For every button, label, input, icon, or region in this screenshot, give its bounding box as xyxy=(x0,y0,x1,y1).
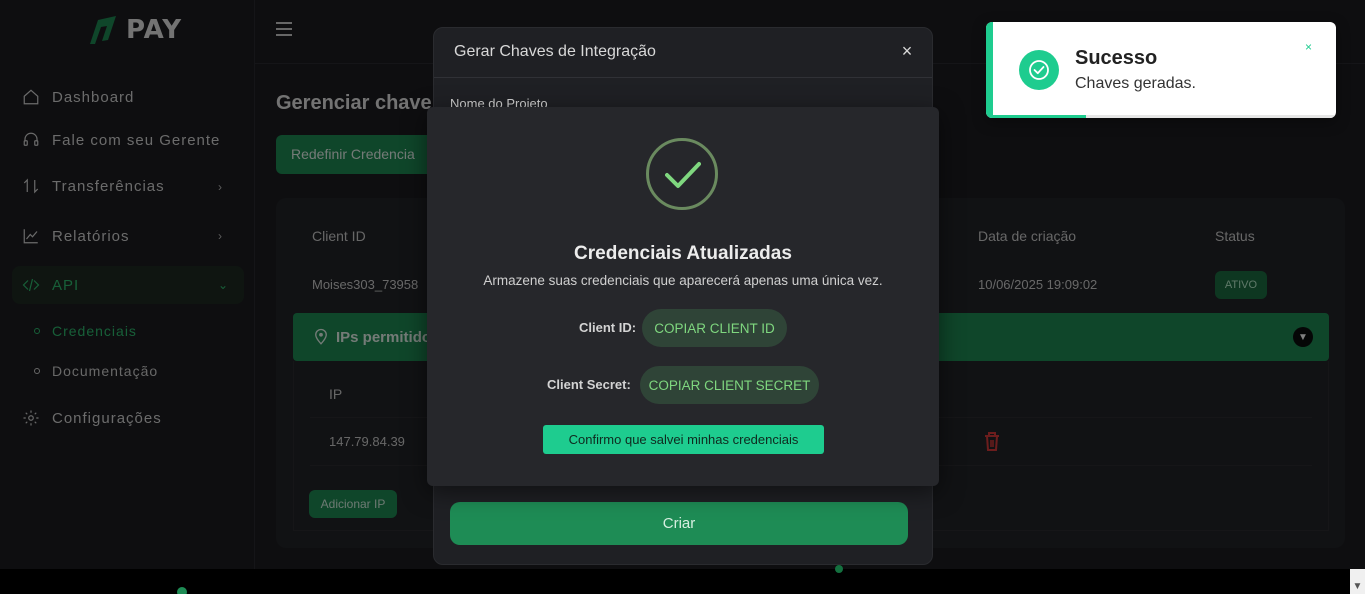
credentials-updated-dialog: Credenciais Atualizadas Armazene suas cr… xyxy=(427,107,939,486)
dialog-description: Armazene suas credenciais que aparecerá … xyxy=(483,273,883,288)
toast-progress-bar xyxy=(993,115,1086,118)
status-dot xyxy=(177,587,187,594)
confirm-saved-button[interactable]: Confirmo que salvei minhas credenciais xyxy=(543,425,824,454)
success-check-icon xyxy=(646,138,718,210)
check-circle-icon xyxy=(1019,50,1059,90)
bottom-strip xyxy=(0,569,1350,594)
create-button[interactable]: Criar xyxy=(450,502,908,545)
toast-title: Sucesso xyxy=(1075,47,1158,69)
status-dot xyxy=(835,565,843,573)
modal-title: Gerar Chaves de Integração xyxy=(454,43,656,60)
client-secret-label: Client Secret: xyxy=(547,377,631,392)
copy-client-id-button[interactable]: COPIAR CLIENT ID xyxy=(642,309,787,347)
success-toast: Sucesso Chaves geradas. × xyxy=(986,22,1336,118)
toast-message: Chaves geradas. xyxy=(1075,75,1196,92)
toast-progress-track xyxy=(993,115,1336,118)
scroll-down-arrow[interactable]: ▼ xyxy=(1350,569,1365,594)
toast-accent-bar xyxy=(986,22,993,118)
dialog-title: Credenciais Atualizadas xyxy=(574,243,792,264)
copy-client-secret-button[interactable]: COPIAR CLIENT SECRET xyxy=(640,366,819,404)
toast-close-icon[interactable]: × xyxy=(1305,40,1312,54)
close-icon[interactable]: × xyxy=(898,42,916,60)
client-id-label: Client ID: xyxy=(579,320,637,335)
